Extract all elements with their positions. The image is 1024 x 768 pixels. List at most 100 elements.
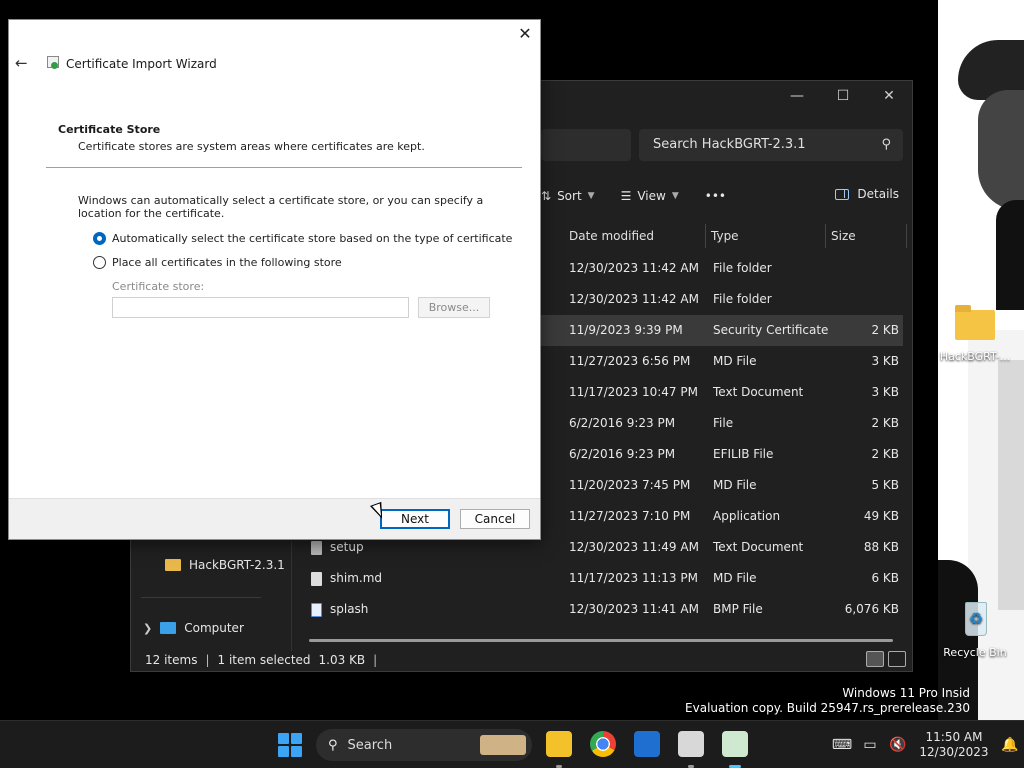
radio-selected-icon[interactable] xyxy=(93,232,106,245)
paint-taskbar-icon[interactable] xyxy=(634,731,660,757)
table-row[interactable]: 6/2/2016 9:23 PM File 2 KB xyxy=(541,408,903,439)
nav-folder-label: HackBGRT-2.3.1 xyxy=(189,558,285,572)
table-row[interactable]: 6/2/2016 9:23 PM EFILIB File 2 KB xyxy=(541,439,903,470)
recycle-bin[interactable]: ♻ Recycle Bin xyxy=(935,598,1015,659)
table-row-selected[interactable]: 11/9/2023 9:39 PM Security Certificate 2… xyxy=(541,315,903,346)
search-icon: ⚲ xyxy=(881,137,891,152)
radio-manual-store[interactable]: Place all certificates in the following … xyxy=(93,256,342,269)
radio-auto-select[interactable]: Automatically select the certificate sto… xyxy=(93,232,512,245)
network-icon[interactable]: ▭ xyxy=(856,737,884,753)
file-list: 12/30/2023 11:42 AM File folder 12/30/20… xyxy=(311,253,903,625)
row-size: 88 KB xyxy=(863,540,899,554)
row-size: 5 KB xyxy=(871,478,899,492)
sort-button[interactable]: ⇅ Sort ▼ xyxy=(541,189,595,203)
folder-icon xyxy=(955,305,995,340)
search-placeholder: Search HackBGRT-2.3.1 xyxy=(653,137,806,152)
row-size: 49 KB xyxy=(863,509,899,523)
close-icon[interactable]: ✕ xyxy=(510,20,540,48)
watermark-line1: Windows 11 Pro Insid xyxy=(842,686,970,700)
radio-unselected-icon[interactable] xyxy=(93,256,106,269)
horizontal-scrollbar[interactable] xyxy=(309,639,893,642)
table-row[interactable]: 11/27/2023 7:10 PM Application 49 KB xyxy=(541,501,903,532)
minimize-button[interactable]: — xyxy=(774,81,820,111)
certificate-store-label: Certificate store: xyxy=(112,280,205,293)
notification-bell-icon[interactable]: 🔔 xyxy=(996,737,1024,753)
folder-icon xyxy=(165,559,181,571)
text-file-icon xyxy=(311,540,322,555)
clock[interactable]: 11:50 AM 12/30/2023 xyxy=(912,730,996,760)
row-type: MD File xyxy=(713,478,757,492)
column-date-modified[interactable]: Date modified xyxy=(541,224,706,248)
desktop-folder-label: HackBGRT-... xyxy=(939,350,1011,363)
tiles-view-icon[interactable] xyxy=(888,651,906,667)
column-type[interactable]: Type xyxy=(706,224,826,248)
details-pane-button[interactable]: Details xyxy=(835,187,899,201)
nav-item-computer[interactable]: ❯ Computer xyxy=(143,621,244,635)
row-size: 2 KB xyxy=(871,447,899,461)
row-type: Application xyxy=(713,509,781,523)
system-tray: ⌨ ▭ 🔇 11:50 AM 12/30/2023 🔔 xyxy=(828,721,1024,768)
close-button[interactable]: ✕ xyxy=(866,81,912,111)
navigation-pane: HackBGRT-2.3.1 ❯ Computer xyxy=(131,531,291,641)
status-bar: 12 items | 1 item selected 1.03 KB | xyxy=(145,653,378,667)
row-type: File folder xyxy=(713,261,772,275)
browse-button[interactable]: Browse... xyxy=(418,297,490,318)
row-type: MD File xyxy=(713,354,757,368)
taskbar-search[interactable]: ⚲ Search xyxy=(316,729,532,761)
row-name: splash xyxy=(330,602,369,616)
table-row[interactable]: splash 12/30/2023 11:41 AM BMP File 6,07… xyxy=(311,594,903,625)
more-button[interactable]: ••• xyxy=(705,189,726,203)
row-date: 11/9/2023 9:39 PM xyxy=(569,323,683,337)
table-row[interactable]: 11/17/2023 10:47 PM Text Document 3 KB xyxy=(541,377,903,408)
address-bar[interactable] xyxy=(541,129,631,161)
volume-muted-icon[interactable]: 🔇 xyxy=(884,737,912,753)
radio-auto-label: Automatically select the certificate sto… xyxy=(112,232,513,245)
maximize-button[interactable]: ☐ xyxy=(820,81,866,111)
row-type: Text Document xyxy=(713,385,804,399)
certificate-import-wizard: ✕ ← Certificate Import Wizard Certificat… xyxy=(8,19,541,540)
back-arrow-icon[interactable]: ← xyxy=(15,54,28,72)
table-row[interactable]: 11/20/2023 7:45 PM MD File 5 KB xyxy=(541,470,903,501)
table-row[interactable]: 12/30/2023 11:42 AM File folder xyxy=(541,284,903,315)
taskbar: ⚲ Search ⌨ ▭ 🔇 11:50 AM 12/30/2023 🔔 xyxy=(0,720,1024,768)
clock-date: 12/30/2023 xyxy=(919,745,989,759)
chrome-taskbar-icon[interactable] xyxy=(590,731,616,757)
file-explorer-taskbar-icon[interactable] xyxy=(546,731,572,768)
nav-item-hackbgrt[interactable]: HackBGRT-2.3.1 xyxy=(165,558,285,572)
row-date: 12/30/2023 11:42 AM xyxy=(569,292,699,306)
file-icon xyxy=(311,571,322,586)
certificate-store-input[interactable] xyxy=(112,297,409,318)
row-date: 11/27/2023 7:10 PM xyxy=(569,509,691,523)
search-box[interactable]: Search HackBGRT-2.3.1 ⚲ xyxy=(639,129,903,161)
view-button[interactable]: ☰ View ▼ xyxy=(621,189,679,203)
next-button[interactable]: Next xyxy=(380,509,450,529)
table-row[interactable]: shim.md 11/17/2023 11:13 PM MD File 6 KB xyxy=(311,563,903,594)
table-row[interactable]: 12/30/2023 11:42 AM File folder xyxy=(541,253,903,284)
command-bar: ⇅ Sort ▼ ☰ View ▼ ••• Details xyxy=(541,181,913,211)
image-file-icon xyxy=(311,602,322,617)
row-type: EFILIB File xyxy=(713,447,774,461)
row-size: 2 KB xyxy=(871,416,899,430)
start-button[interactable] xyxy=(278,733,302,757)
recycle-bin-icon: ♻ xyxy=(965,602,987,636)
search-icon: ⚲ xyxy=(328,737,338,753)
keyboard-icon[interactable]: ⌨ xyxy=(828,737,856,753)
chevron-right-icon[interactable]: ❯ xyxy=(143,622,152,635)
row-size: 6,076 KB xyxy=(844,602,899,616)
certificate-manager-taskbar-icon[interactable] xyxy=(678,731,704,768)
column-headers: Date modified Type Size xyxy=(541,224,907,248)
row-date: 12/30/2023 11:41 AM xyxy=(569,602,699,616)
certificate-wizard-taskbar-icon[interactable] xyxy=(722,731,748,768)
details-view-icon[interactable] xyxy=(866,651,884,667)
row-date: 6/2/2016 9:23 PM xyxy=(569,416,676,430)
desktop-folder-icon[interactable]: HackBGRT-... xyxy=(935,302,1015,363)
divider xyxy=(46,167,522,168)
cancel-button[interactable]: Cancel xyxy=(460,509,530,529)
view-label: View xyxy=(637,189,666,203)
row-date: 6/2/2016 9:23 PM xyxy=(569,447,676,461)
table-row[interactable]: setup 12/30/2023 11:49 AM Text Document … xyxy=(311,532,903,563)
status-size: 1.03 KB xyxy=(318,653,366,667)
column-size[interactable]: Size xyxy=(826,224,907,248)
table-row[interactable]: 11/27/2023 6:56 PM MD File 3 KB xyxy=(541,346,903,377)
sort-icon: ⇅ xyxy=(541,189,552,203)
